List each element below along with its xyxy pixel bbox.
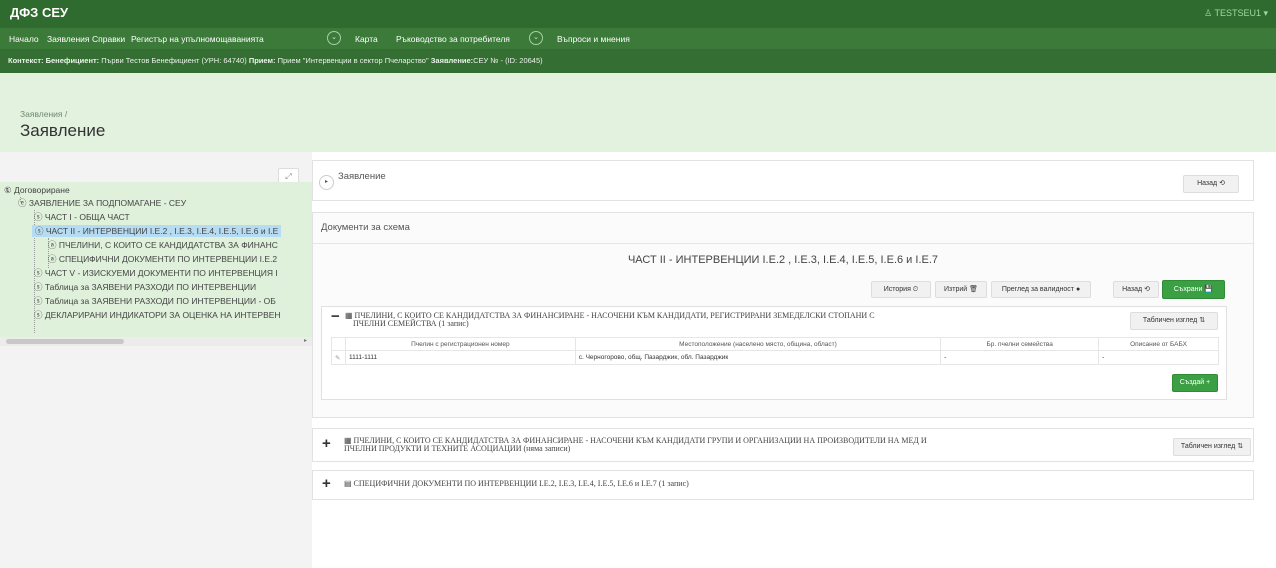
nav-reports[interactable]: Справки: [92, 34, 125, 44]
nav-user-guide[interactable]: Ръководство за потребителя: [396, 34, 510, 44]
page-header: Заявления / Заявление: [0, 73, 1276, 152]
tree-node-apiaries[interactable]: ⓐ ПЧЕЛИНИ, С КОИТО СЕ КАНДИДАТСТВА ЗА ФИ…: [48, 239, 278, 251]
panel-title: Заявление: [338, 171, 386, 182]
nav-questions[interactable]: Въпроси и мнения: [557, 34, 630, 44]
group-apiaries-section: + ▦ ПЧЕЛИНИ, С КОИТО СЕ КАНДИДАТСТВА ЗА …: [312, 428, 1254, 462]
user-menu[interactable]: ♙ TESTSEU1 ▾: [1204, 8, 1268, 19]
context-text: Контекст: Бенефициент: Първи Тестов Бене…: [8, 56, 543, 65]
breadcrumb[interactable]: Заявления /: [20, 109, 67, 119]
expand-section-toggle[interactable]: +: [322, 435, 331, 452]
brand-title[interactable]: ДФЗ СЕУ: [10, 5, 68, 20]
column-header: Пчелин с регистрационен номер: [344, 337, 576, 351]
create-button[interactable]: Създай +: [1172, 374, 1218, 392]
bee-families-count: -: [940, 350, 1100, 365]
main-nav: Начало Заявления Справки Регистър на упъ…: [0, 28, 1276, 49]
table-row[interactable]: ✎ 1111-1111 с. Черногорово, общ. Пазардж…: [331, 350, 1219, 365]
scroll-thumb[interactable]: [6, 339, 124, 344]
documents-header: Документи за схема: [321, 222, 410, 233]
column-header: Бр. пчелни семейства: [940, 337, 1100, 351]
tree-node-application[interactable]: ⓔ ЗАЯВЛЕНИЕ ЗА ПОДПОМАГАНЕ - СЕУ: [18, 197, 186, 209]
chevron-down-icon[interactable]: ⌄: [529, 31, 543, 45]
tree-node-part2[interactable]: ⓢ ЧАСТ II - ИНТЕРВЕНЦИИ I.E.2 , I.E.3, I…: [32, 225, 282, 237]
document-tree: ① Договориране ⓔ ЗАЯВЛЕНИЕ ЗА ПОДПОМАГАН…: [0, 182, 312, 337]
nav-authorizations-register[interactable]: Регистър на упълномощаванията: [131, 34, 264, 44]
apiaries-table: Пчелин с регистрационен номер Местополож…: [331, 337, 1219, 365]
history-button[interactable]: История ⏲: [871, 281, 931, 298]
delete-button[interactable]: Изтрий 🗑: [935, 281, 987, 298]
back-button[interactable]: Назад ⟲: [1183, 175, 1239, 193]
table-view-button[interactable]: Табличен изглед ⇅: [1173, 438, 1251, 456]
documents-panel: Документи за схема ЧАСТ II - ИНТЕРВЕНЦИИ…: [312, 212, 1254, 418]
application-panel: ▸ Заявление Назад ⟲: [312, 160, 1254, 201]
section-heading: ЧАСТ II - ИНТЕРВЕНЦИИ I.E.2 , I.E.3, I.E…: [627, 254, 939, 266]
collapse-section-toggle[interactable]: −: [331, 308, 340, 325]
save-button[interactable]: Съхрани 💾: [1162, 280, 1225, 299]
column-header: [331, 337, 346, 351]
apiaries-section: − ▦ ПЧЕЛИНИ, С КОИТО СЕ КАНДИДАТСТВА ЗА …: [321, 306, 1227, 400]
tree-scrollbar[interactable]: ▸: [0, 337, 312, 346]
page-title: Заявление: [20, 121, 106, 140]
expand-section-toggle[interactable]: +: [322, 475, 331, 492]
section-title: ▤ СПЕЦИФИЧНИ ДОКУМЕНТИ ПО ИНТЕРВЕНЦИИ I.…: [344, 479, 689, 488]
back-button-2[interactable]: Назад ⟲: [1113, 281, 1159, 298]
validity-button[interactable]: Преглед за валидност ●: [991, 281, 1091, 298]
nav-map[interactable]: Карта: [355, 34, 378, 44]
tree-node-expenses[interactable]: ⓢ Таблица за ЗАЯВЕНИ РАЗХОДИ ПО ИНТЕРВЕН…: [34, 281, 256, 293]
collapse-toggle-icon[interactable]: ▸: [319, 175, 334, 190]
scroll-right-icon[interactable]: ▸: [304, 337, 307, 344]
context-bar: Контекст: Бенефициент: Първи Тестов Бене…: [0, 49, 1276, 73]
column-header: Описание от БАБХ: [1098, 337, 1219, 351]
location: с. Черногорово, общ. Пазарджик, обл. Паз…: [574, 350, 942, 365]
tree-node-specific-docs[interactable]: ⓐ СПЕЦИФИЧНИ ДОКУМЕНТИ ПО ИНТЕРВЕНЦИИ I.…: [48, 253, 277, 265]
top-bar: ДФЗ СЕУ ♙ TESTSEU1 ▾: [0, 0, 1276, 28]
section-title-line2: ПЧЕЛНИ ПРОДУКТИ И ТЕХНИТЕ АСОЦИАЦИИ (ням…: [344, 444, 571, 453]
section-title-line2: ПЧЕЛНИ СЕМЕЙСТВА (1 запис): [353, 319, 469, 328]
tree-node-part5[interactable]: ⓢ ЧАСТ V - ИЗИСКУЕМИ ДОКУМЕНТИ ПО ИНТЕРВ…: [34, 267, 278, 279]
edit-icon[interactable]: ✎: [331, 350, 346, 365]
nav-applications[interactable]: Заявления: [47, 34, 90, 44]
specific-documents-section: + ▤ СПЕЦИФИЧНИ ДОКУМЕНТИ ПО ИНТЕРВЕНЦИИ …: [312, 470, 1254, 500]
babh-description: -: [1098, 350, 1219, 365]
tree-node-expenses-general[interactable]: ⓢ Таблица за ЗАЯВЕНИ РАЗХОДИ ПО ИНТЕРВЕН…: [34, 295, 276, 307]
tree-node-indicators[interactable]: ⓢ ДЕКЛАРИРАНИ ИНДИКАТОРИ ЗА ОЦЕНКА НА ИН…: [34, 309, 281, 321]
tree-node-contracting[interactable]: ① Договориране: [4, 185, 70, 196]
column-header: Местоположение (населено място, община, …: [574, 337, 942, 351]
table-view-button[interactable]: Табличен изглед ⇅: [1130, 312, 1218, 330]
registration-number: 1111-1111: [344, 350, 576, 365]
tree-node-part1[interactable]: ⓢ ЧАСТ I - ОБЩА ЧАСТ: [34, 211, 130, 223]
chevron-down-icon[interactable]: ⌄: [327, 31, 341, 45]
nav-home[interactable]: Начало: [9, 34, 39, 44]
